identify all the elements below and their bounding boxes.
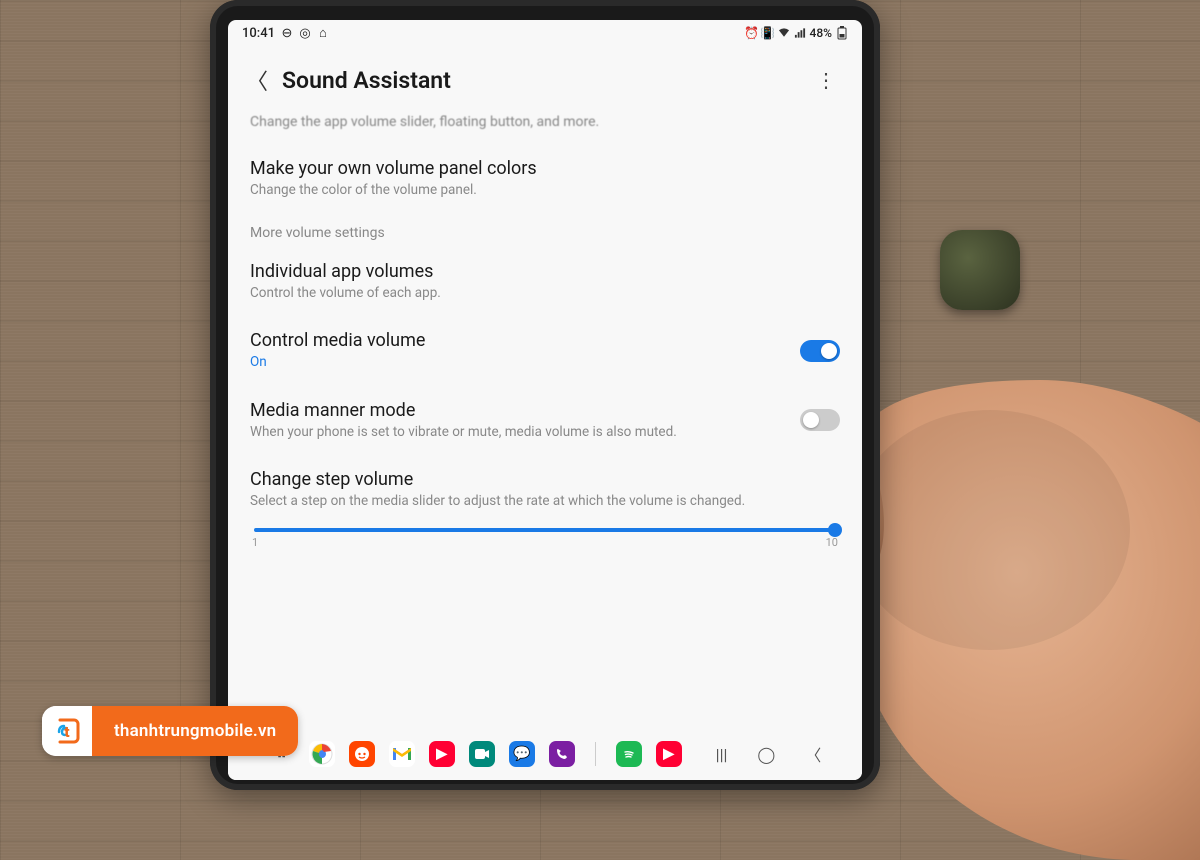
step-volume-slider[interactable]: [254, 528, 836, 532]
row-title: Individual app volumes: [250, 261, 840, 282]
dock-divider: [595, 742, 596, 766]
watermark-logo: t: [42, 706, 92, 756]
row-title: Control media volume: [250, 330, 780, 351]
toggle-media-manner[interactable]: [800, 409, 840, 431]
earbud-case: [940, 230, 1020, 310]
section-header-more-volume: More volume settings: [250, 213, 840, 247]
row-media-manner-mode[interactable]: Media manner mode When your phone is set…: [250, 386, 840, 455]
status-vibrate-icon: 📳: [762, 27, 774, 39]
status-time: 10:41: [242, 26, 275, 41]
status-home-icon: ⌂: [317, 27, 329, 39]
nav-home-button[interactable]: ◯: [757, 745, 775, 764]
dock-viber-icon[interactable]: [549, 741, 575, 767]
dock-youtube-icon[interactable]: ▶: [429, 741, 455, 767]
back-button[interactable]: 〈: [246, 64, 268, 96]
watermark: t thanhtrungmobile.vn: [42, 706, 298, 756]
row-subtitle: Control the volume of each app.: [250, 284, 840, 302]
row-volume-panel-colors[interactable]: Make your own volume panel colors Change…: [250, 144, 840, 213]
dock-messages-icon[interactable]: 💬: [509, 741, 535, 767]
dock-gmail-icon[interactable]: [389, 741, 415, 767]
toggle-control-media[interactable]: [800, 340, 840, 362]
row-control-media-volume[interactable]: Control media volume On: [250, 316, 840, 385]
slider-thumb[interactable]: [828, 523, 842, 537]
dock-duo-icon[interactable]: [469, 741, 495, 767]
row-subtitle: When your phone is set to vibrate or mut…: [250, 423, 780, 441]
dock-reddit-icon[interactable]: [349, 741, 375, 767]
row-title: Media manner mode: [250, 400, 780, 421]
truncated-row-text: Change the app volume slider, floating b…: [250, 110, 840, 144]
dock-chrome-icon[interactable]: [309, 741, 335, 767]
watermark-text: thanhtrungmobile.vn: [92, 706, 298, 756]
row-title: Change step volume: [250, 469, 840, 490]
settings-list[interactable]: Change the app volume slider, floating b…: [228, 110, 862, 728]
tablet-device: 10:41 ⊖ ◎ ⌂ ⏰ 📳 48% 〈: [210, 0, 880, 790]
status-battery: 48%: [810, 26, 832, 40]
app-header: 〈 Sound Assistant ⋮: [228, 46, 862, 110]
status-record-icon: ◎: [299, 27, 311, 39]
dock-spotify-icon[interactable]: [616, 741, 642, 767]
status-alarm-icon: ⏰: [746, 27, 758, 39]
status-dnd-icon: ⊖: [281, 27, 293, 39]
status-battery-icon: [836, 27, 848, 39]
status-bar: 10:41 ⊖ ◎ ⌂ ⏰ 📳 48%: [228, 20, 862, 46]
status-signal-icon: [794, 27, 806, 39]
svg-text:t: t: [64, 723, 69, 741]
screen: 10:41 ⊖ ◎ ⌂ ⏰ 📳 48% 〈: [228, 20, 862, 780]
row-subtitle: Select a step on the media slider to adj…: [250, 492, 840, 510]
dock-youtube-recent-icon[interactable]: ▶: [656, 741, 682, 767]
overflow-menu-button[interactable]: ⋮: [808, 64, 844, 96]
nav-back-button[interactable]: 〈: [805, 742, 821, 766]
nav-recents-button[interactable]: |||: [716, 745, 728, 764]
row-individual-app-volumes[interactable]: Individual app volumes Control the volum…: [250, 247, 840, 316]
taskbar: ⠿ ▶ 💬 ▶ ||| ◯: [228, 728, 862, 780]
page-title: Sound Assistant: [282, 67, 808, 94]
row-subtitle: Change the color of the volume panel.: [250, 181, 840, 199]
row-subtitle: On: [250, 353, 780, 371]
status-wifi-icon: [778, 27, 790, 39]
slider-min-label: 1: [252, 536, 258, 549]
row-title: Make your own volume panel colors: [250, 158, 840, 179]
slider-max-label: 10: [826, 536, 838, 549]
row-change-step-volume: Change step volume Select a step on the …: [250, 455, 840, 555]
